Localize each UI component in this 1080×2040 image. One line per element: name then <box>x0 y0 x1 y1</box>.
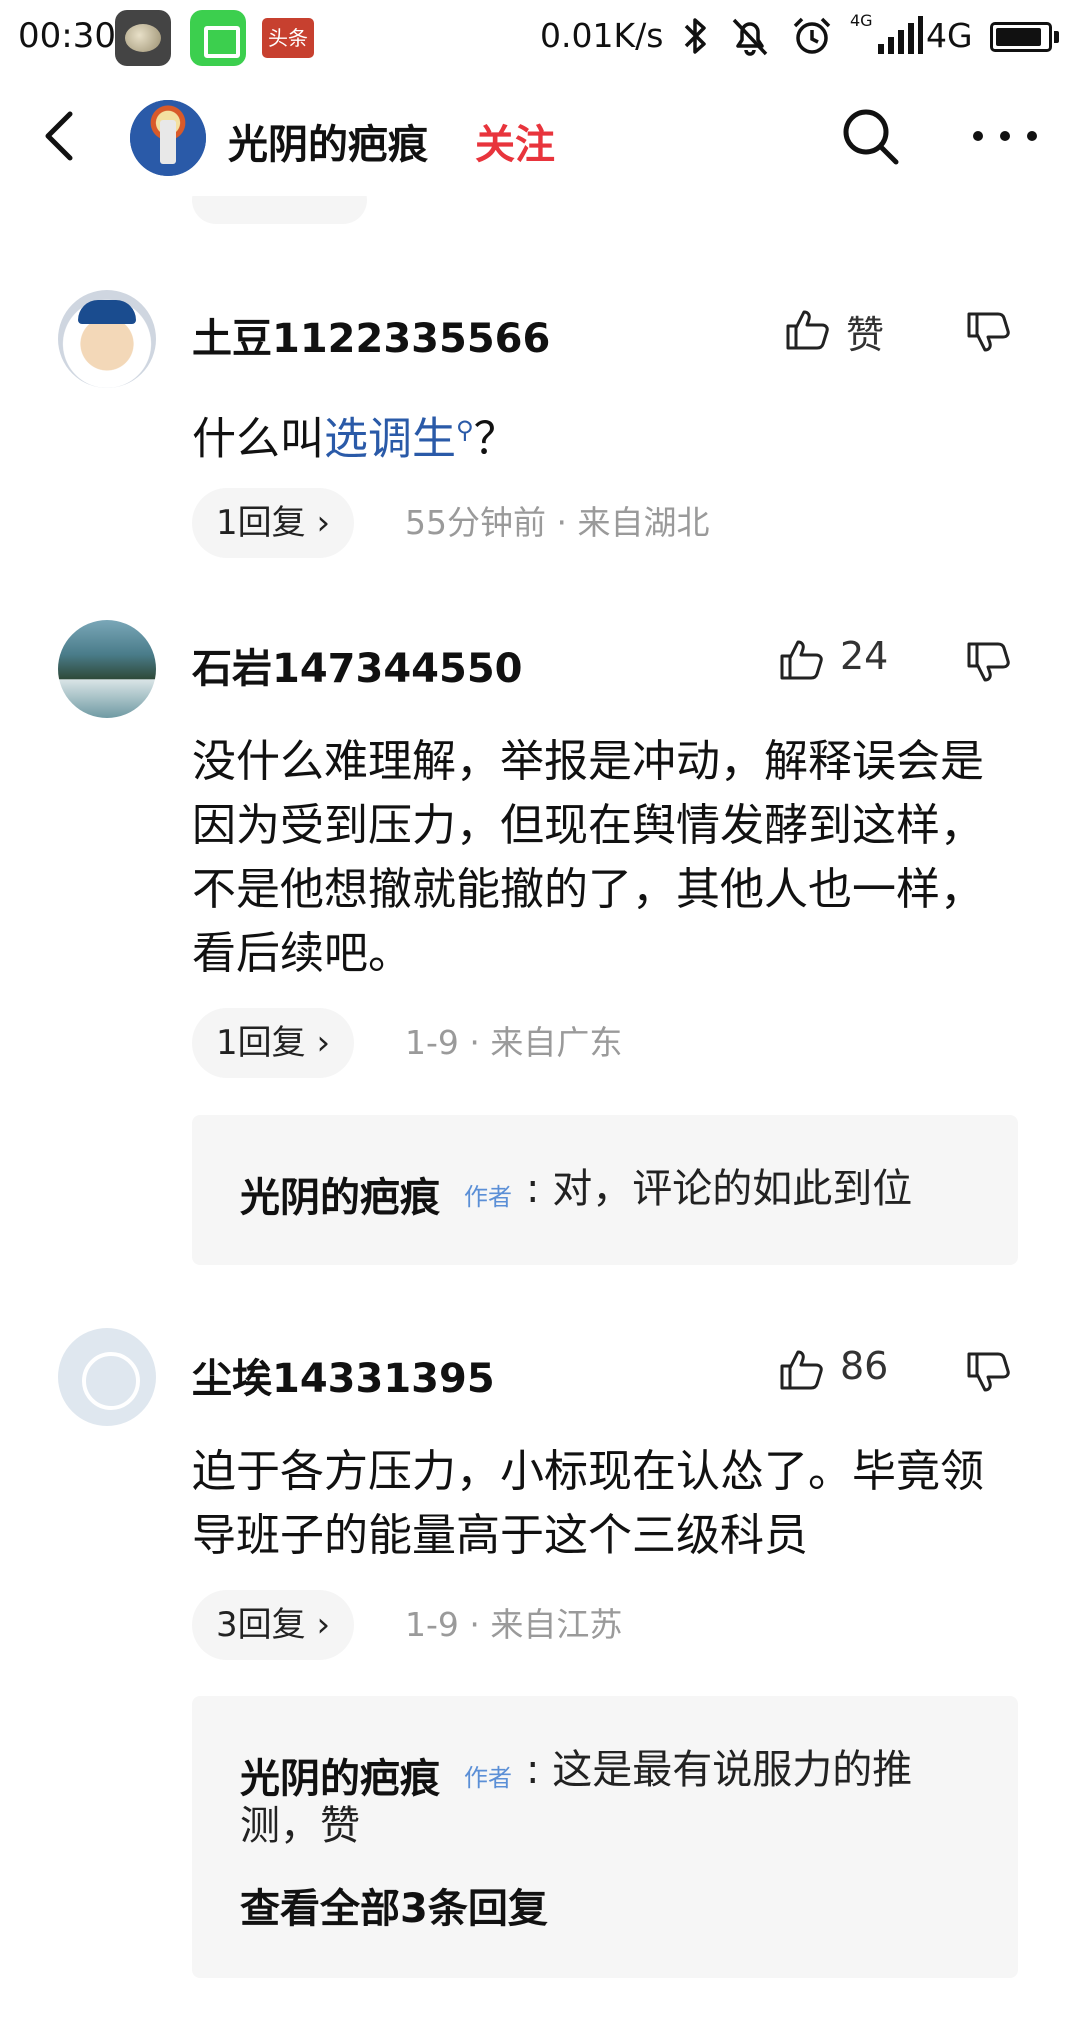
comment-text-part: 什么叫 <box>192 413 324 465</box>
thumbs-down-icon[interactable] <box>965 640 1011 686</box>
author-tag: 作者 <box>464 1183 512 1211</box>
back-arrow-icon[interactable] <box>36 106 86 166</box>
author-reply-box[interactable]: 光阴的疤痕 作者 : 对，评论的如此到位 <box>192 1115 1018 1265</box>
status-time: 00:30 <box>18 16 116 56</box>
comment-meta: 1-9 · 来自江苏 <box>405 1605 623 1644</box>
author-reply-text: : 对，评论的如此到位 <box>526 1166 913 1212</box>
search-icon[interactable] <box>838 104 902 168</box>
comment-text: 没什么难理解，举报是冲动，解释误会是因为受到压力，但现在舆情发酵到这样，不是他想… <box>192 736 984 979</box>
author-reply-name[interactable]: 光阴的疤痕 <box>240 1746 440 1804</box>
toutiao-app-icon: 头条 <box>262 18 314 58</box>
like-count[interactable]: 24 <box>840 634 888 678</box>
calendar-app-icon <box>190 10 246 66</box>
battery-icon <box>990 22 1052 52</box>
network-type: 4G <box>926 16 973 55</box>
comment-text-part: ？ <box>473 413 518 465</box>
battery-tip <box>1054 31 1059 43</box>
bluetooth-icon <box>684 18 706 54</box>
comment-text: 迫于各方压力，小标现在认怂了。毕竟领导班子的能量高于这个三级科员 <box>192 1446 984 1561</box>
author-reply-box[interactable]: 光阴的疤痕 作者 : 这是最有说服力的推 测，赞 查看全部3条回复 <box>192 1696 1018 1978</box>
topic-link[interactable]: 选调生 <box>324 414 456 465</box>
page-title[interactable]: 光阴的疤痕 <box>228 112 428 170</box>
user-avatar[interactable] <box>58 620 156 718</box>
comment-text: 什么叫选调生⚲？ <box>192 398 1022 472</box>
comment-username[interactable]: 尘埃14331395 <box>192 1346 495 1404</box>
comment-meta: 1-9 · 来自广东 <box>405 1023 623 1062</box>
alarm-icon <box>793 17 831 54</box>
reply-count-button[interactable]: 1回复 › <box>192 1008 355 1078</box>
reply-count-button[interactable]: 1回复 › <box>192 488 355 558</box>
thumbs-up-icon[interactable] <box>778 636 824 682</box>
user-avatar[interactable] <box>58 1328 156 1426</box>
reply-count-button[interactable]: 3回复 › <box>192 1590 355 1660</box>
search-link-icon[interactable]: ⚲ <box>456 416 474 444</box>
author-reply-name[interactable]: 光阴的疤痕 <box>240 1165 440 1223</box>
network-speed: 0.01K/s <box>540 16 664 55</box>
status-bar: 00:30 头条 0.01K/s 4G 4G <box>0 0 1080 76</box>
comment-meta: 55分钟前 · 来自湖北 <box>405 503 710 542</box>
mute-bell-icon <box>732 18 768 56</box>
nav-header: 光阴的疤痕 关注 <box>0 76 1080 196</box>
author-reply-text: : 这是最有说服力的推 <box>526 1747 913 1793</box>
thumbs-down-icon[interactable] <box>965 310 1011 356</box>
author-avatar[interactable] <box>130 100 206 176</box>
thumbs-up-icon[interactable] <box>778 1346 824 1392</box>
music-app-icon <box>115 10 171 66</box>
like-count[interactable]: 赞 <box>846 304 884 359</box>
author-tag: 作者 <box>464 1764 512 1792</box>
like-count[interactable]: 86 <box>840 1344 888 1388</box>
network-type-small: 4G <box>850 11 873 30</box>
follow-button[interactable]: 关注 <box>475 112 555 170</box>
author-reply-text: 测，赞 <box>240 1803 360 1849</box>
view-all-replies-link[interactable]: 查看全部3条回复 <box>240 1876 548 1934</box>
comment-username[interactable]: 土豆1122335566 <box>192 306 550 364</box>
more-options-icon[interactable] <box>970 126 1040 146</box>
battery-level <box>996 28 1041 46</box>
thumbs-down-icon[interactable] <box>965 1350 1011 1396</box>
thumbs-up-icon[interactable] <box>784 306 830 352</box>
user-avatar[interactable] <box>58 290 156 388</box>
comment-username[interactable]: 石岩147344550 <box>192 636 523 694</box>
signal-icon <box>878 16 923 54</box>
